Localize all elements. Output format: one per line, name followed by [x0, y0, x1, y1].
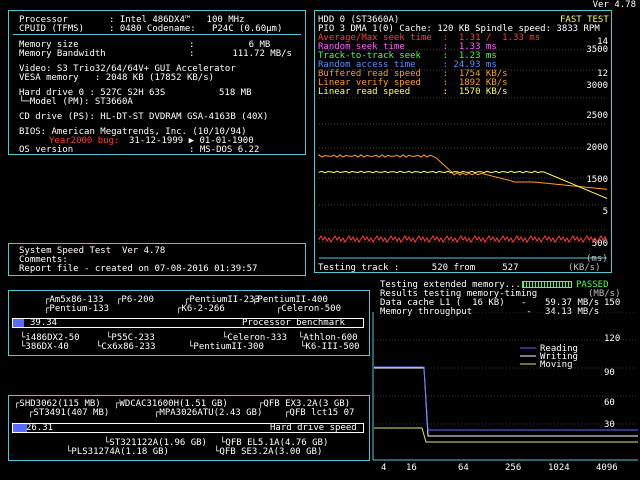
hdd-tick-label: 2500 — [586, 111, 608, 121]
memory-x-tick: 4 — [381, 463, 387, 473]
memory-grid — [372, 312, 638, 461]
processor-benchmark-title: Processor benchmark — [242, 318, 345, 328]
memory-x-tick: 16 — [406, 463, 417, 473]
hdd-tick-label: 3500 — [586, 45, 608, 55]
kbs-unit-label: (KB/s) — [568, 263, 601, 273]
processor-benchmark-label: └386DX-40 — [20, 342, 69, 352]
hdd-benchmark-label: └QFB SE3.2A(3.00 GB) — [214, 447, 323, 457]
memory-x-tick: 64 — [458, 463, 469, 473]
memory-y-tick: 60 — [604, 398, 615, 408]
divider — [13, 34, 301, 35]
os-value: : MS-DOS 6.22 — [189, 145, 260, 155]
memory-y-tick: 30 — [604, 420, 615, 430]
hdd-tick-label: 1500 — [586, 175, 608, 185]
hdd-benchmark-fill — [13, 424, 27, 432]
os-label: OS version — [19, 145, 74, 155]
hdd-benchmark-label: └PLS31274A(1.18 GB) — [66, 447, 169, 457]
processor-benchmark-label: ┌Pentium-133 — [44, 304, 110, 314]
hdd-benchmark-label: ┌QFB lct15 07 — [284, 408, 355, 418]
processor-benchmark-label: ┌P6-200 — [116, 295, 154, 305]
hdd-grid — [319, 49, 607, 243]
hdd-tick-label: 2000 — [586, 143, 608, 153]
memory-progress-bar — [522, 281, 572, 288]
processor-benchmark-fill — [13, 319, 24, 327]
processor-benchmark-label: └Cx6x86-233 — [96, 342, 156, 352]
memory-x-tick: 4096 — [596, 463, 618, 473]
hdd-benchmark-title: Hard drive speed — [270, 423, 357, 433]
processor-benchmark-label: └K6-III-500 — [300, 342, 360, 352]
hdd-tick-label: 3000 — [586, 81, 608, 91]
processor-benchmark-label: ┌K6-2-266 — [176, 304, 225, 314]
hdd-tick-label: 5 — [603, 207, 608, 217]
memory-graph: ReadingWritingMoving — [372, 312, 638, 461]
memory-x-tick: 1024 — [548, 463, 570, 473]
hdd-model: └─Model (PM): ST3660A — [19, 97, 133, 107]
memory-bandwidth-label: Memory Bandwidth — [19, 49, 106, 59]
memory-legend: ReadingWritingMoving — [520, 344, 578, 370]
memory-y-tick: 120 — [604, 334, 621, 344]
memory-y-tick: 150 — [604, 298, 621, 308]
hdd-score: 26.31 — [26, 423, 54, 433]
memory-x-tick: 256 — [505, 463, 522, 473]
hdd-benchmark-label: ┌ST3491(407 MB) — [28, 408, 110, 418]
vesa-info: VESA memory : 2048 KB (17852 KB/s) — [19, 73, 215, 83]
hdd-tick-label: 12 — [597, 69, 608, 79]
hdd-benchmark-label: ┌MPA3026ATU(2.43 GB) — [154, 408, 263, 418]
testing-track-label: Testing track : 520 from 527 — [318, 263, 519, 273]
hdd-tick-label: 500 — [592, 239, 608, 249]
hdd-ticks: 1435001230002500200015005500 — [586, 37, 608, 249]
processor-benchmark-label: ┌Celeron-500 — [276, 304, 342, 314]
seek-time-curve — [318, 235, 608, 243]
cpuid-label: CPUID (TFMS) — [19, 24, 85, 34]
hdd-size: 518 MB — [219, 88, 252, 98]
legend-label: Moving — [540, 360, 573, 370]
memory-y-tick: 90 — [604, 368, 615, 378]
version-label: Ver 4.78 — [592, 0, 636, 10]
processor-benchmark-label: └PentiumII-300 — [188, 342, 264, 352]
hdd-graph: 1435001230002500200015005500 — [318, 37, 608, 259]
reading-curve — [374, 366, 638, 431]
writing-curve — [374, 367, 638, 437]
report-file-label: Report file - created on 07-08-2016 01:3… — [19, 264, 258, 274]
cd-info: CD drive (PS): HL-DT-ST DVDRAM GSA-4163B… — [19, 112, 269, 122]
cpuid-value: : 0480 Codename: P24C (0.60µm) — [109, 24, 283, 34]
memory-bandwidth-value: : 111.72 MB/s — [189, 49, 292, 59]
processor-score: 39.34 — [30, 318, 58, 328]
